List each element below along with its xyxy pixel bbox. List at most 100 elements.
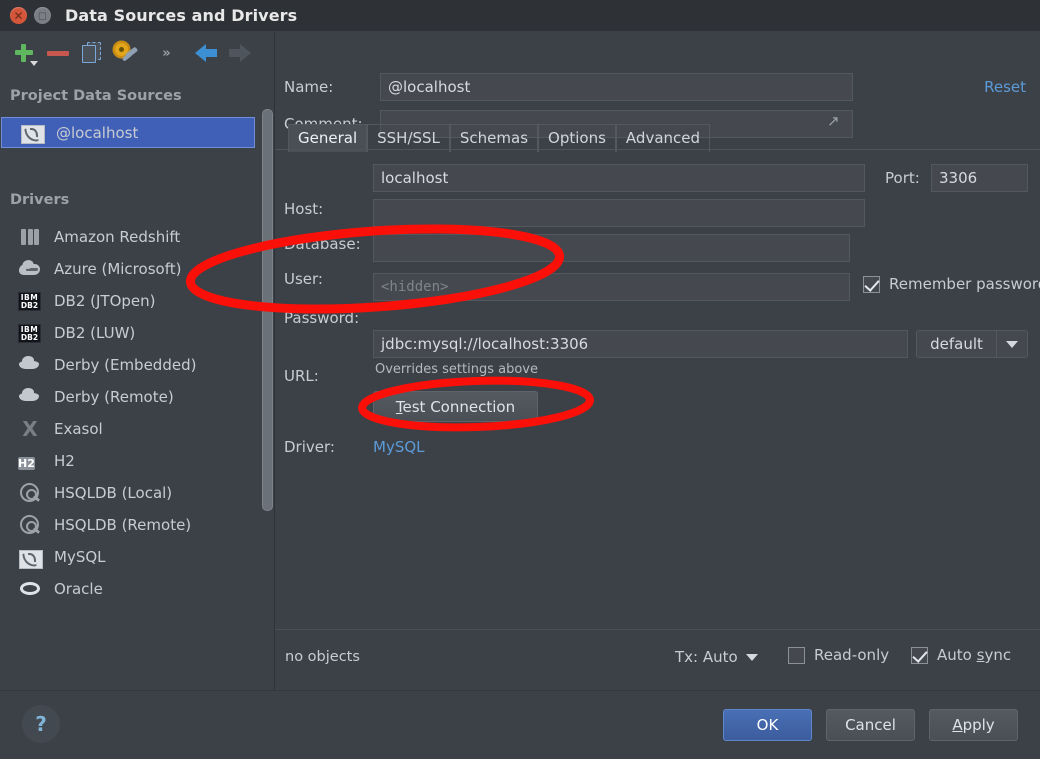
url-input[interactable]: jdbc:mysql://localhost:3306	[373, 330, 908, 358]
port-input[interactable]: 3306	[931, 164, 1028, 192]
tab-general[interactable]: General	[288, 124, 368, 152]
driver-item-exasol[interactable]: X Exasol	[0, 413, 262, 445]
remember-password-label: Remember password	[889, 275, 1040, 293]
driver-item-mysql[interactable]: MySQL	[0, 541, 262, 573]
auto-sync-label: Auto sync	[937, 646, 1012, 664]
driver-item-hsqldb-local[interactable]: HSQLDB (Local)	[0, 477, 262, 509]
driver-label: Amazon Redshift	[54, 228, 181, 246]
apply-button[interactable]: Apply	[929, 709, 1018, 741]
driver-item-derby-embedded[interactable]: Derby (Embedded)	[0, 349, 262, 381]
redshift-icon	[18, 226, 42, 248]
driver-item-hsqldb-remote[interactable]: HSQLDB (Remote)	[0, 509, 262, 541]
sidebar-scrollbar[interactable]	[262, 109, 273, 511]
auto-sync-row[interactable]: Auto sync	[911, 646, 1011, 664]
chevron-down-icon	[745, 653, 758, 661]
driver-label: DB2 (LUW)	[54, 324, 136, 342]
remove-button[interactable]	[41, 36, 75, 70]
db2-icon: IBM DB2	[18, 322, 42, 344]
name-input[interactable]: @localhost	[380, 73, 853, 101]
auto-sync-checkbox[interactable]	[911, 646, 928, 664]
driver-label: Derby (Remote)	[54, 388, 174, 406]
driver-item-amazon-redshift[interactable]: Amazon Redshift	[0, 221, 262, 253]
driver-item-db2-jtopen[interactable]: IBM DB2 DB2 (JTOpen)	[0, 285, 262, 317]
left-panel: » Project Data Sources @localhost Driver…	[0, 31, 275, 690]
tab-options[interactable]: Options	[538, 124, 616, 152]
derby-icon	[18, 386, 42, 408]
oracle-icon	[18, 578, 42, 600]
driver-link[interactable]: MySQL	[373, 438, 425, 456]
user-label: User:	[284, 270, 323, 288]
url-scheme-select[interactable]: default	[916, 330, 996, 358]
project-data-sources-header: Project Data Sources	[10, 88, 182, 104]
tab-advanced[interactable]: Advanced	[615, 124, 711, 152]
exasol-icon: X	[22, 417, 38, 441]
url-scheme-dropdown-button[interactable]	[996, 330, 1028, 358]
host-label: Host:	[284, 200, 324, 218]
derby-icon	[18, 354, 42, 376]
more-button[interactable]: »	[149, 36, 183, 70]
status-divider	[275, 629, 1040, 630]
drivers-header: Drivers	[10, 192, 70, 208]
host-input[interactable]: localhost	[373, 164, 865, 192]
data-sources-dialog: ✕ ◻ Data Sources and Drivers » Project D…	[0, 0, 1040, 759]
driver-properties-button[interactable]	[109, 36, 143, 70]
test-connection-label-rest: est Connection	[402, 397, 516, 416]
forward-button[interactable]	[223, 36, 257, 70]
test-connection-button[interactable]: Test Connection	[373, 391, 538, 422]
mysql-icon	[19, 549, 43, 569]
read-only-checkbox[interactable]	[788, 646, 805, 664]
read-only-label: Read-only	[814, 646, 890, 664]
arrow-left-icon	[195, 44, 217, 62]
password-input[interactable]: <hidden>	[373, 273, 850, 301]
hsqldb-icon	[18, 514, 42, 536]
auto-sync-mnemonic: s	[976, 646, 985, 664]
sidebar-item-localhost[interactable]: @localhost	[1, 117, 255, 148]
user-input[interactable]	[373, 234, 850, 262]
tx-mode-label: Tx: Auto	[675, 648, 738, 666]
driver-item-oracle[interactable]: Oracle	[0, 573, 262, 605]
driver-item-derby-remote[interactable]: Derby (Remote)	[0, 381, 262, 413]
expand-icon[interactable]: ↗	[827, 112, 847, 132]
azure-icon	[18, 258, 42, 280]
driver-label: HSQLDB (Local)	[54, 484, 173, 502]
driver-label: DB2 (JTOpen)	[54, 292, 156, 310]
help-button[interactable]: ?	[22, 705, 60, 743]
remember-password-row[interactable]: Remember password	[863, 275, 1040, 293]
reset-link[interactable]: Reset	[984, 78, 1026, 96]
driver-label: Derby (Embedded)	[54, 356, 197, 374]
driver-item-azure[interactable]: Azure (Microsoft)	[0, 253, 262, 285]
tx-mode-selector[interactable]: Tx: Auto	[675, 648, 758, 666]
database-label: Database:	[284, 235, 361, 253]
db2-icon: IBM DB2	[18, 290, 42, 312]
database-input[interactable]	[373, 199, 865, 227]
driver-label: H2	[54, 452, 75, 470]
read-only-row[interactable]: Read-only	[788, 646, 889, 664]
arrow-right-icon	[229, 44, 251, 62]
tab-schemas[interactable]: Schemas	[449, 124, 539, 152]
objects-count-label: no objects	[285, 649, 360, 665]
cancel-button[interactable]: Cancel	[826, 709, 915, 741]
back-button[interactable]	[189, 36, 223, 70]
copy-icon	[82, 42, 102, 64]
minus-icon	[47, 50, 69, 56]
copy-button[interactable]	[75, 36, 109, 70]
driver-label: Oracle	[54, 580, 103, 598]
mysql-icon	[21, 125, 45, 144]
remember-password-checkbox[interactable]	[863, 275, 880, 293]
h2-icon: H2	[18, 457, 35, 470]
driver-label: Driver:	[284, 438, 335, 456]
chevron-double-right-icon: »	[162, 45, 170, 61]
close-icon[interactable]: ✕	[10, 7, 27, 24]
driver-item-db2-luw[interactable]: IBM DB2 DB2 (LUW)	[0, 317, 262, 349]
tab-ssh-ssl[interactable]: SSH/SSL	[367, 124, 450, 152]
sidebar-item-label: @localhost	[56, 123, 139, 142]
tabs-underline	[275, 149, 1040, 150]
driver-label: MySQL	[54, 548, 106, 566]
right-panel: Name: @localhost Reset Comment: ↗ Genera…	[275, 31, 1040, 690]
url-label: URL:	[284, 367, 319, 385]
name-label: Name:	[284, 78, 334, 96]
driver-item-h2[interactable]: H2 H2	[0, 445, 262, 477]
ok-button[interactable]: OK	[723, 709, 812, 741]
maximize-icon[interactable]: ◻	[34, 7, 51, 24]
add-button[interactable]	[7, 36, 41, 70]
